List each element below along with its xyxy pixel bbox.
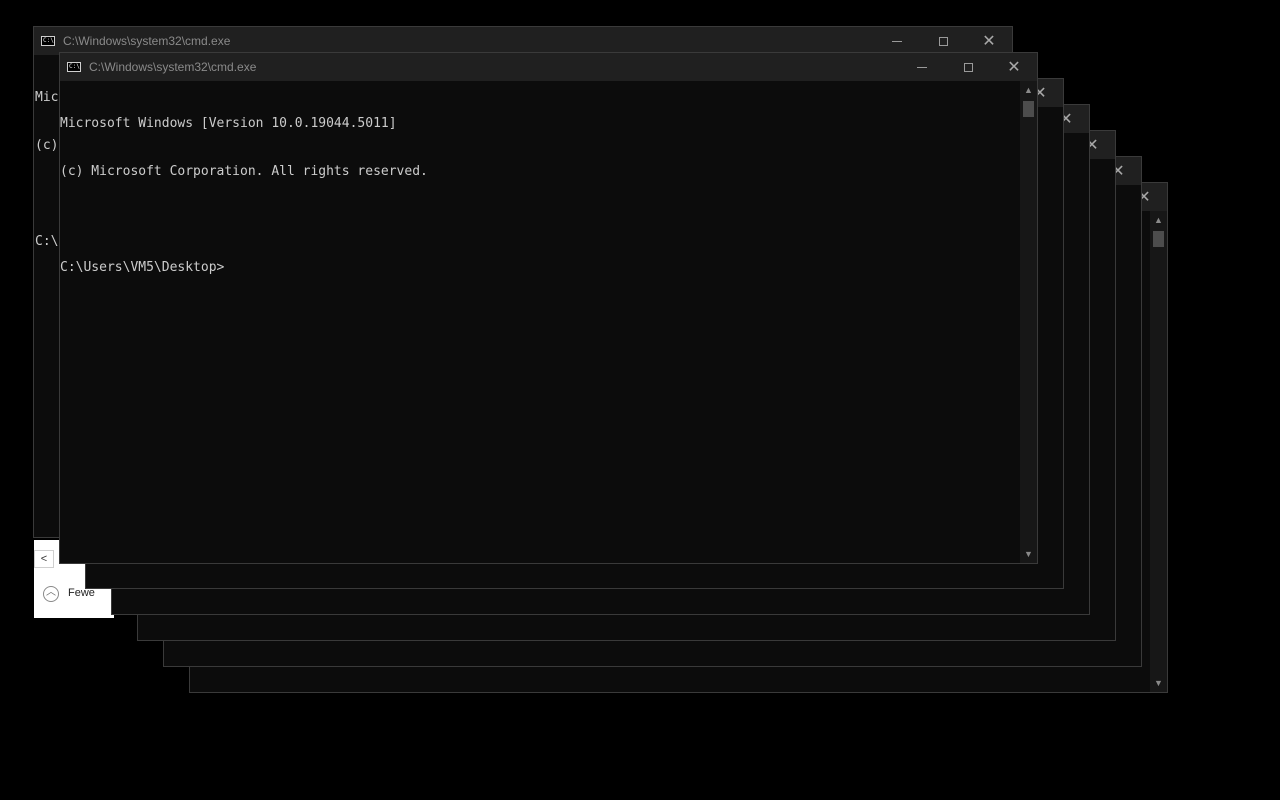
cmd-app-icon: C:\ [67,62,81,72]
cmd-window-active[interactable]: C:\ C:\Windows\system32\cmd.exe ✕ Micros… [59,52,1038,564]
console-line: Microsoft Windows [Version 10.0.19044.50… [60,116,397,131]
maximize-button[interactable] [920,27,966,55]
close-icon: ✕ [1007,57,1021,76]
command-prompt[interactable]: C:\Users\VM5\Desktop> [60,260,1020,276]
title-bar[interactable]: C:\ C:\Windows\system32\cmd.exe ✕ [60,53,1037,81]
scroll-down-arrow-icon[interactable]: ▼ [1020,547,1037,561]
title-bar[interactable]: C:\ C:\Windows\system32\cmd.exe ✕ [34,27,1012,55]
minimize-icon [892,40,902,42]
scroll-up-arrow-icon[interactable]: ▲ [1150,213,1167,227]
chevron-up-circle-icon[interactable]: ︿ [43,586,59,602]
close-button[interactable]: ✕ [991,53,1037,81]
cmd-app-icon: C:\ [41,36,55,46]
back-arrow-button[interactable]: < [34,550,54,568]
console-line: (c) Microsoft Corporation. All rights re… [60,164,428,179]
minimize-button[interactable] [899,53,945,81]
minimize-button[interactable] [874,27,920,55]
window-title: C:\Windows\system32\cmd.exe [63,34,231,48]
scroll-down-arrow-icon[interactable]: ▼ [1150,676,1167,690]
close-icon: ✕ [982,31,996,50]
console-output[interactable]: Microsoft Windows [Version 10.0.19044.50… [60,81,1020,563]
maximize-icon [963,62,973,72]
vertical-scrollbar[interactable]: ▲ ▼ [1150,211,1167,692]
vertical-scrollbar[interactable]: ▲ ▼ [1020,81,1037,563]
minimize-icon [917,66,927,68]
scroll-up-arrow-icon[interactable]: ▲ [1020,83,1037,97]
maximize-icon [938,36,948,46]
scroll-thumb[interactable] [1153,231,1164,247]
window-title: C:\Windows\system32\cmd.exe [89,60,257,74]
scroll-thumb[interactable] [1023,101,1034,117]
close-button[interactable]: ✕ [966,27,1012,55]
maximize-button[interactable] [945,53,991,81]
